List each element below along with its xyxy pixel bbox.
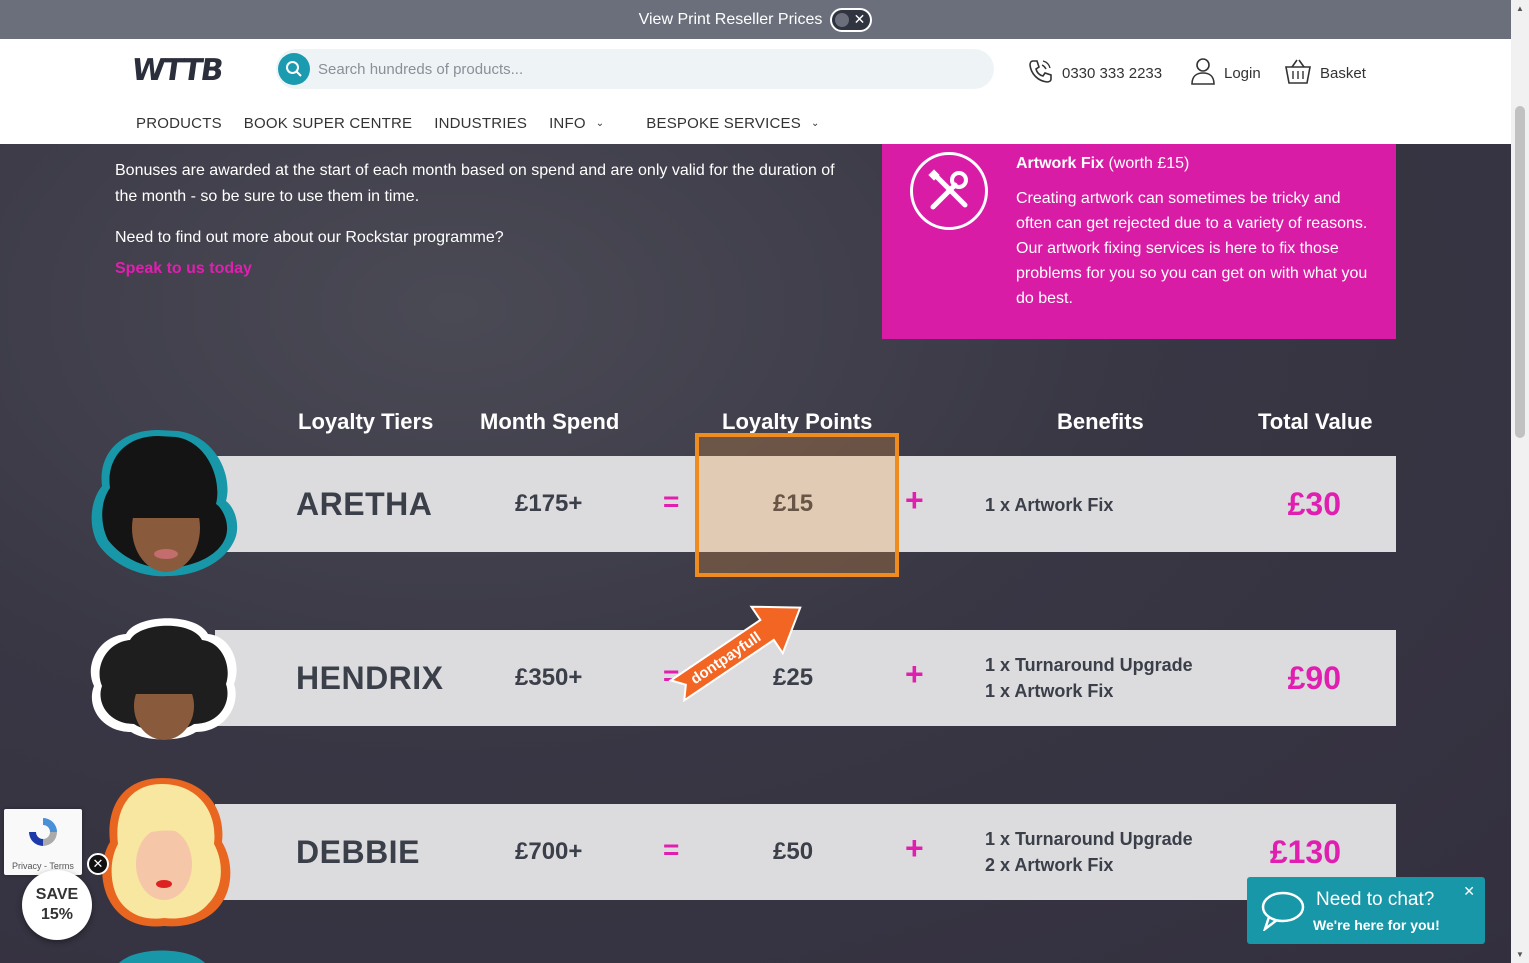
save-label: SAVE [35,886,79,903]
plus-icon: + [905,656,924,692]
recaptcha-links[interactable]: Privacy - Terms [12,861,74,871]
intro-paragraph-1: Bonuses are awarded at the start of each… [115,162,835,205]
avatar-aretha [88,426,243,587]
chevron-down-icon: ⌄ [810,118,820,129]
avatar-next-tier [114,944,210,963]
save-percent: 15% [40,906,74,923]
plus-icon: + [905,482,924,518]
artwork-fix-description: Creating artwork can sometimes be tricky… [1016,190,1368,307]
nav-info[interactable]: INFO ⌄ [549,115,604,132]
tools-icon [910,152,988,230]
intro-text: Bonuses are awarded at the start of each… [115,158,835,278]
tier-total: £90 [1287,660,1341,696]
chat-bubble-icon [1259,889,1305,936]
artwork-fix-card: Artwork Fix (worth £15) Creating artwork… [882,144,1396,339]
intro-paragraph-2: Need to find out more about our Rockstar… [115,229,504,246]
reseller-toggle[interactable]: ✕ [830,7,873,32]
scroll-down-icon[interactable]: ▼ [1516,950,1524,959]
avatar-hendrix [86,614,240,747]
benefit-line: 1 x Turnaround Upgrade [985,655,1193,675]
promo-arrow-label: dontpayfull [688,629,765,688]
header-loyalty-tiers: Loyalty Tiers [298,409,434,434]
login-label: Login [1224,64,1261,82]
header-total-value: Total Value [1258,409,1373,434]
nav-info-label: INFO [549,115,586,132]
speak-to-us-link[interactable]: Speak to us today [115,260,835,278]
tier-total: £30 [1287,486,1341,522]
user-icon [1190,57,1224,89]
chat-subtitle: We're here for you! [1313,917,1440,933]
close-icon[interactable]: ✕ [1463,883,1475,900]
chevron-down-icon: ⌄ [595,118,605,129]
nav-products[interactable]: PRODUCTS [136,115,222,132]
basket-icon [1284,57,1320,89]
basket-link[interactable]: Basket [1284,57,1366,89]
highlight-box [695,433,899,577]
header-benefits: Benefits [1057,409,1144,434]
site-header: WTTB 0330 333 2233 Login Basket PRODUCTS… [0,39,1511,144]
phone-icon [1026,57,1062,89]
equals-icon: = [663,486,680,517]
recaptcha-badge[interactable]: Privacy - Terms [4,809,82,875]
header-loyalty-points: Loyalty Points [722,409,873,434]
toggle-knob [835,12,850,27]
tier-name: ARETHA [296,486,433,522]
site-logo[interactable]: WTTB [130,53,224,88]
nav-industries[interactable]: INDUSTRIES [434,115,527,132]
benefit-line: 1 x Artwork Fix [985,495,1114,515]
phone-link[interactable]: 0330 333 2233 [1026,57,1162,89]
tier-name: HENDRIX [296,660,444,696]
reseller-bar: View Print Reseller Prices ✕ [0,0,1511,39]
nav-bespoke-label: BESPOKE SERVICES [646,115,801,132]
benefit-line: 1 x Turnaround Upgrade [985,829,1193,849]
tier-spend: £350+ [515,664,583,691]
artwork-fix-title: Artwork Fix (worth £15) [1016,155,1189,173]
tier-name: DEBBIE [296,834,420,870]
phone-number: 0330 333 2233 [1062,64,1163,82]
tier-benefits: 1 x Artwork Fix [985,492,1113,518]
chat-title: Need to chat? [1316,889,1435,910]
page-scrollbar[interactable]: ▲ ▼ [1511,0,1529,963]
search-icon[interactable] [278,53,310,85]
scrollbar-thumb[interactable] [1515,106,1525,438]
header-month-spend: Month Spend [480,409,620,434]
basket-label: Basket [1320,64,1366,82]
toggle-close-icon: ✕ [853,10,866,27]
search-bar [276,49,994,89]
login-link[interactable]: Login [1190,57,1261,89]
save-badge[interactable]: SAVE 15% [22,870,92,940]
benefit-line: 1 x Artwork Fix [985,681,1114,701]
tier-row-debbie: DEBBIE £700+ = £50 + 1 x Turnaround Upgr… [215,804,1396,900]
plus-icon: + [905,830,924,866]
scroll-up-icon[interactable]: ▲ [1516,4,1524,13]
tier-spend: £700+ [515,838,583,865]
reseller-label: View Print Reseller Prices [638,10,823,28]
tier-benefits: 1 x Turnaround Upgrade 2 x Artwork Fix [985,826,1193,878]
avatar-debbie [92,772,237,937]
tier-spend: £175+ [515,490,583,517]
equals-icon: = [663,834,680,865]
nav-bespoke[interactable]: BESPOKE SERVICES ⌄ [646,115,819,132]
artwork-fix-title-worth: (worth £15) [1104,155,1190,172]
search-input[interactable] [318,60,918,78]
close-icon[interactable]: ✕ [87,853,109,875]
nav-book-super-centre[interactable]: BOOK SUPER CENTRE [244,115,412,132]
tier-total: £130 [1269,834,1341,870]
main-nav: PRODUCTS BOOK SUPER CENTRE INDUSTRIES IN… [136,115,842,132]
tier-points: £50 [773,838,814,865]
loyalty-section: Bonuses are awarded at the start of each… [0,144,1511,963]
artwork-fix-title-bold: Artwork Fix [1016,155,1105,172]
benefit-line: 2 x Artwork Fix [985,855,1114,875]
promo-arrow: dontpayfull [660,592,820,707]
tier-benefits: 1 x Turnaround Upgrade 1 x Artwork Fix [985,652,1193,704]
recaptcha-icon [26,815,60,854]
chat-widget[interactable]: Need to chat? We're here for you! ✕ [1247,877,1485,944]
